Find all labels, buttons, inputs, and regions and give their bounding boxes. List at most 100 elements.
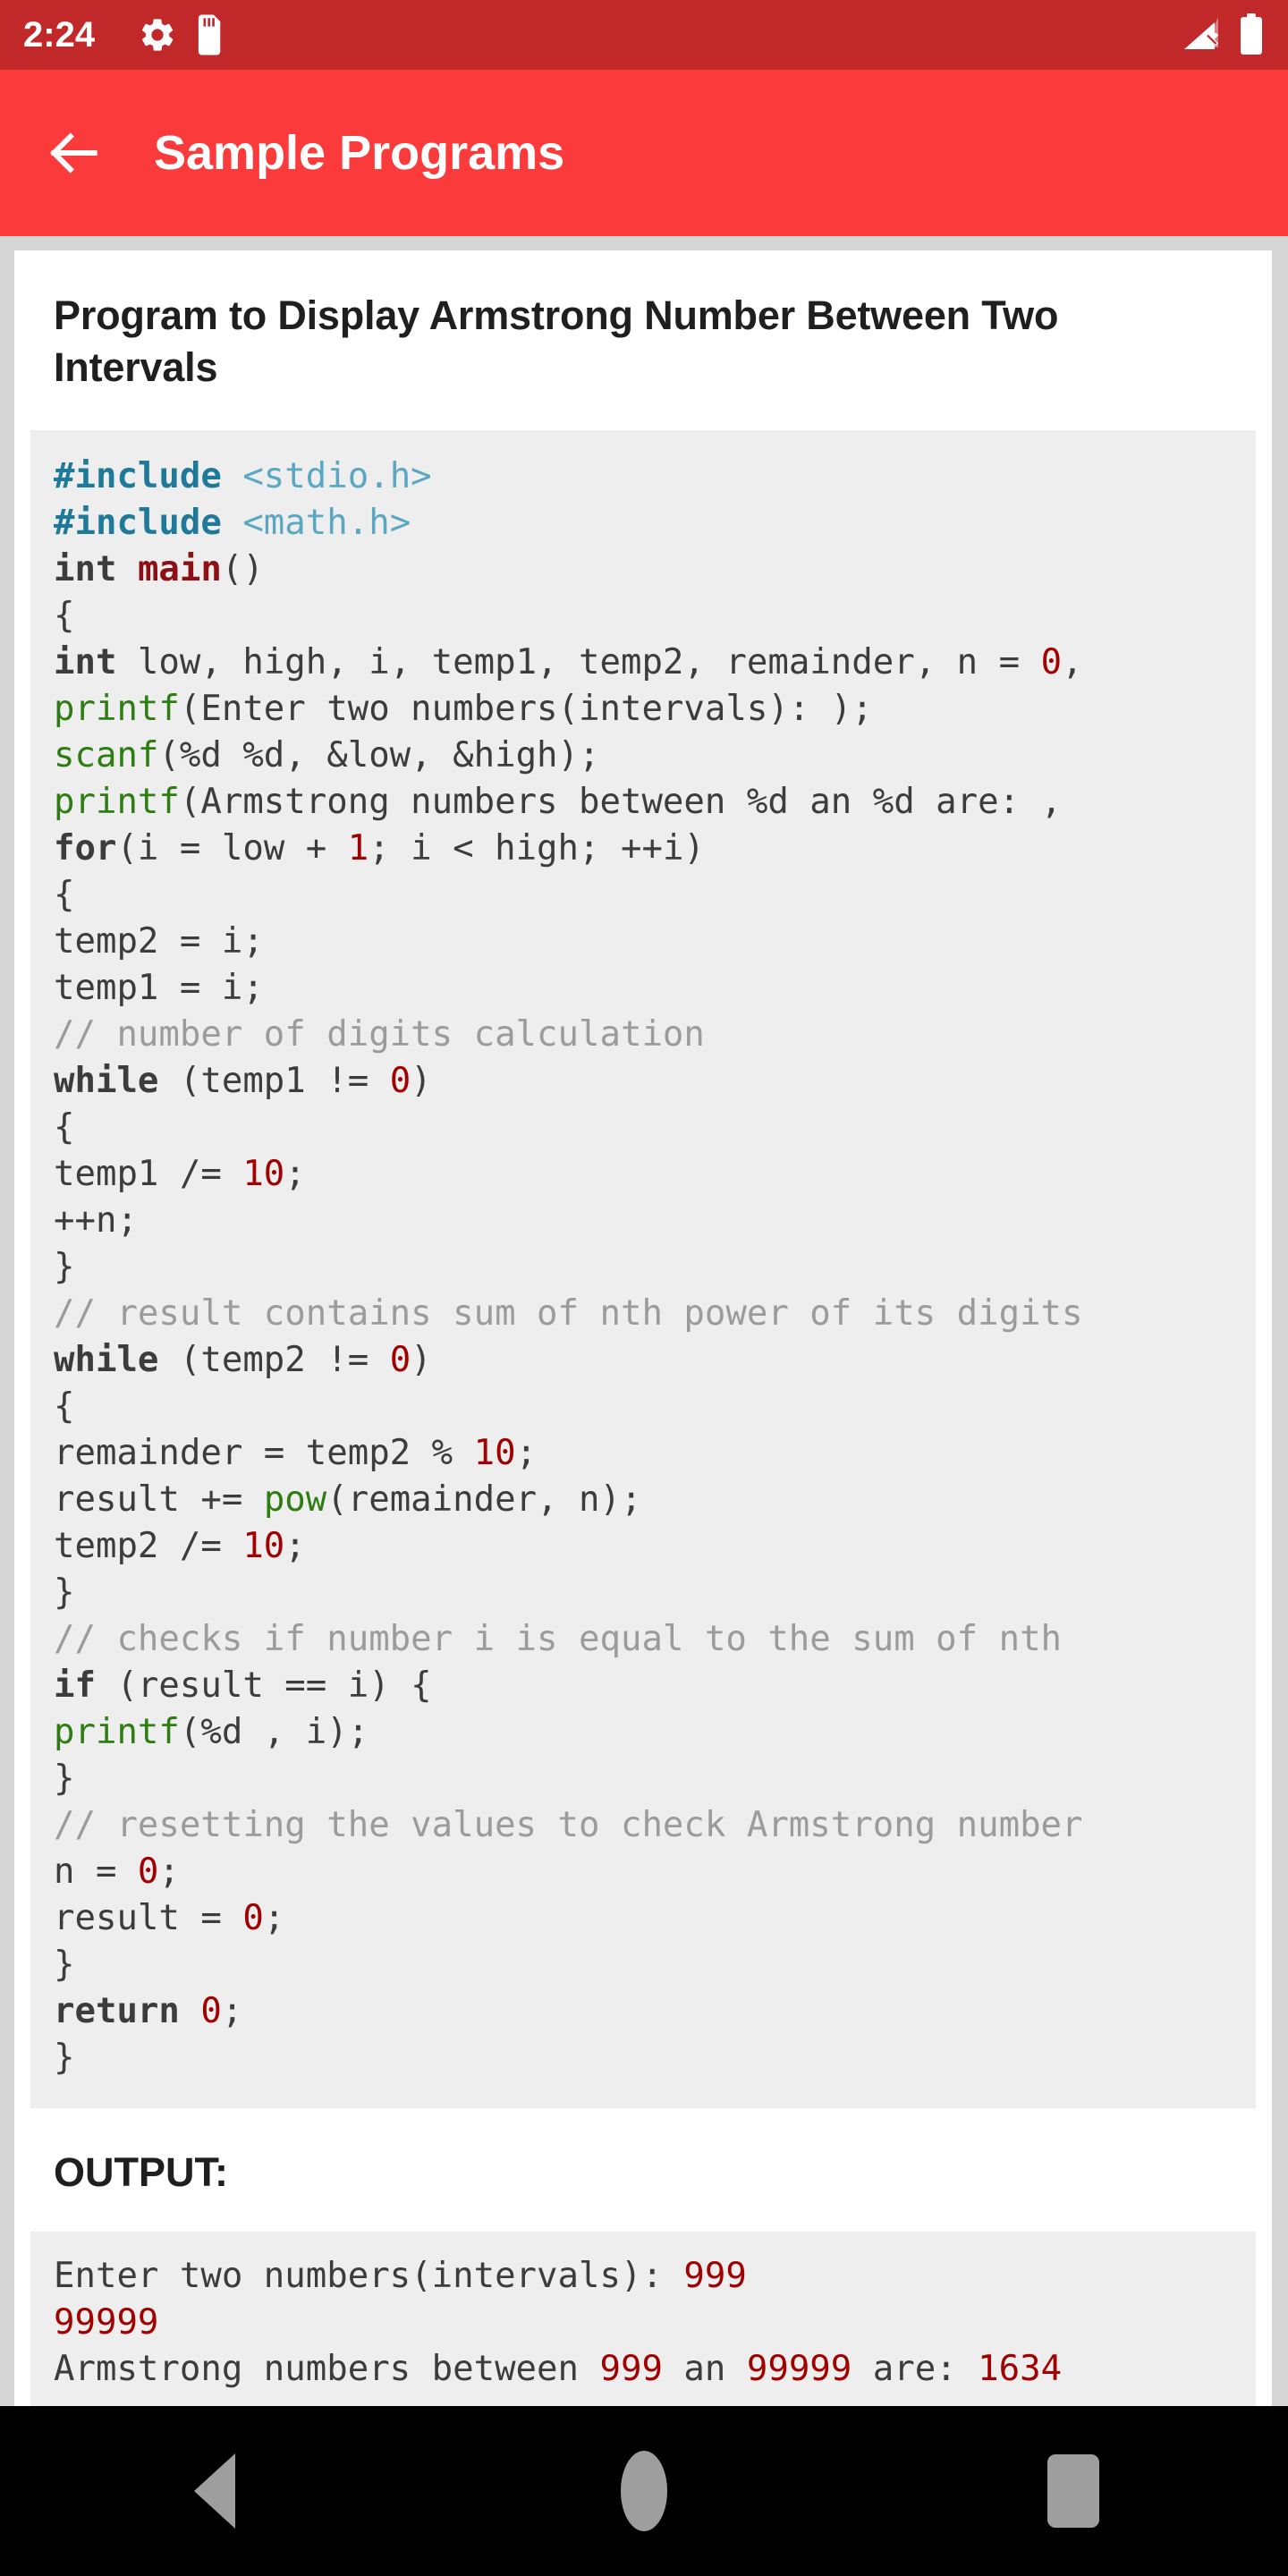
code-token: 999 xyxy=(599,2349,663,2390)
code-token: (remainder, n); xyxy=(326,1479,642,1521)
source-code: #include <stdio.h> #include <math.h> int… xyxy=(30,453,1256,2081)
code-token: (i = low + xyxy=(116,828,348,869)
code-token: int xyxy=(54,642,117,683)
code-token: ; i < high; ++i) xyxy=(369,828,705,869)
code-token: (%d , i); xyxy=(179,1712,369,1753)
app-bar-title: Sample Programs xyxy=(154,126,565,180)
back-button[interactable] xyxy=(39,118,109,188)
sd-card-icon xyxy=(197,14,224,55)
code-token: an xyxy=(662,2349,747,2390)
code-token: } xyxy=(54,1945,75,1986)
code-token: 10 xyxy=(242,1154,285,1195)
code-token: // resetting the values to check Armstro… xyxy=(54,1805,1083,1846)
status-bar-clock: 2:24 xyxy=(23,14,96,55)
code-token: 0 xyxy=(242,1898,264,1939)
code-token: { xyxy=(54,1107,75,1148)
android-nav-bar xyxy=(0,2406,1288,2576)
code-token: are: xyxy=(852,2349,979,2390)
code-token: ; xyxy=(515,1433,538,1474)
battery-full-icon xyxy=(1238,13,1265,56)
program-output: Enter two numbers(intervals): 999 99999 … xyxy=(30,2253,1256,2393)
code-token: Armstrong numbers between xyxy=(54,2349,600,2390)
code-token: ; xyxy=(221,1991,243,2032)
gear-icon xyxy=(138,15,177,55)
code-token: while xyxy=(54,1340,159,1381)
code-token: (temp2 != xyxy=(158,1340,390,1381)
code-token: ++n; xyxy=(54,1200,138,1241)
code-token: ) xyxy=(411,1061,432,1102)
code-token: printf xyxy=(54,782,180,823)
code-token: return xyxy=(54,1991,180,2032)
code-token: while xyxy=(54,1061,159,1102)
nav-home-button[interactable] xyxy=(577,2424,711,2558)
android-screen: 2:24 Sample Programs Program to Display … xyxy=(0,0,1288,2576)
code-token: main xyxy=(137,549,222,590)
code-token: int xyxy=(54,549,117,590)
code-token: 999 xyxy=(683,2256,747,2297)
code-token: n = xyxy=(54,1852,138,1893)
nav-back-button[interactable] xyxy=(148,2424,282,2558)
program-card: Program to Display Armstrong Number Betw… xyxy=(14,250,1272,2406)
code-token: (Enter two numbers(intervals): ); xyxy=(179,689,873,730)
code-token: ; xyxy=(158,1852,180,1893)
code-token: scanf xyxy=(54,735,159,776)
code-token: { xyxy=(54,1386,75,1428)
code-token: // result contains sum of nth power of i… xyxy=(54,1293,1083,1335)
code-token: 1634 xyxy=(978,2349,1063,2390)
recents-square-icon xyxy=(1047,2454,1099,2528)
output-block: Enter two numbers(intervals): 999 99999 … xyxy=(30,2232,1256,2406)
code-token: (Armstrong numbers between %d an %d are:… xyxy=(179,782,1063,823)
code-token: ) xyxy=(411,1340,432,1381)
code-token: for xyxy=(54,828,117,869)
nav-recents-button[interactable] xyxy=(1006,2424,1140,2558)
code-token: <stdio.h> xyxy=(242,456,432,497)
code-token: printf xyxy=(54,1712,180,1753)
status-bar-left: 2:24 xyxy=(23,14,1179,55)
status-bar: 2:24 xyxy=(0,0,1288,70)
code-token: result += xyxy=(54,1479,264,1521)
code-token: 0 xyxy=(389,1340,411,1381)
code-token: () xyxy=(221,549,264,590)
code-token: temp1 /= xyxy=(54,1154,243,1195)
code-token: , xyxy=(1062,642,1083,683)
code-token: result = xyxy=(54,1898,243,1939)
code-token: 99999 xyxy=(54,2302,159,2343)
page-title: Program to Display Armstrong Number Betw… xyxy=(54,292,1059,390)
code-token: } xyxy=(54,1758,75,1800)
home-circle-icon xyxy=(621,2451,667,2531)
code-token: temp2 = i; xyxy=(54,921,264,962)
code-token: } xyxy=(54,1572,75,1614)
code-token: } xyxy=(54,2038,75,2079)
code-token: remainder = temp2 % xyxy=(54,1433,474,1474)
back-triangle-icon xyxy=(194,2453,235,2529)
code-block: #include <stdio.h> #include <math.h> int… xyxy=(30,430,1256,2109)
code-token: <math.h> xyxy=(242,503,411,544)
code-token: temp1 = i; xyxy=(54,968,264,1009)
code-token: // number of digits calculation xyxy=(54,1014,705,1055)
code-token: 10 xyxy=(473,1433,516,1474)
code-token: 0 xyxy=(200,1991,222,2032)
signal-no-sim-icon xyxy=(1179,15,1222,55)
code-token: 0 xyxy=(137,1852,159,1893)
code-token: (result == i) { xyxy=(95,1665,432,1707)
arrow-left-icon xyxy=(44,123,105,183)
code-token: low, high, i, temp1, temp2, remainder, n… xyxy=(116,642,1041,683)
code-token: 99999 xyxy=(746,2349,852,2390)
code-token: ; xyxy=(263,1898,285,1939)
code-token: 1 xyxy=(347,828,369,869)
code-token: 0 xyxy=(389,1061,411,1102)
content-scroll-area[interactable]: Program to Display Armstrong Number Betw… xyxy=(0,236,1288,2406)
code-token: pow xyxy=(263,1479,327,1521)
code-token: (%d %d, &low, &high); xyxy=(158,735,600,776)
code-token: ; xyxy=(284,1526,306,1567)
code-token: #include xyxy=(54,456,222,497)
code-token: printf xyxy=(54,689,180,730)
code-token: { xyxy=(54,596,75,637)
code-token: ; xyxy=(284,1154,306,1195)
code-token: Enter two numbers(intervals): xyxy=(54,2256,684,2297)
output-label: OUTPUT: xyxy=(54,2149,228,2196)
